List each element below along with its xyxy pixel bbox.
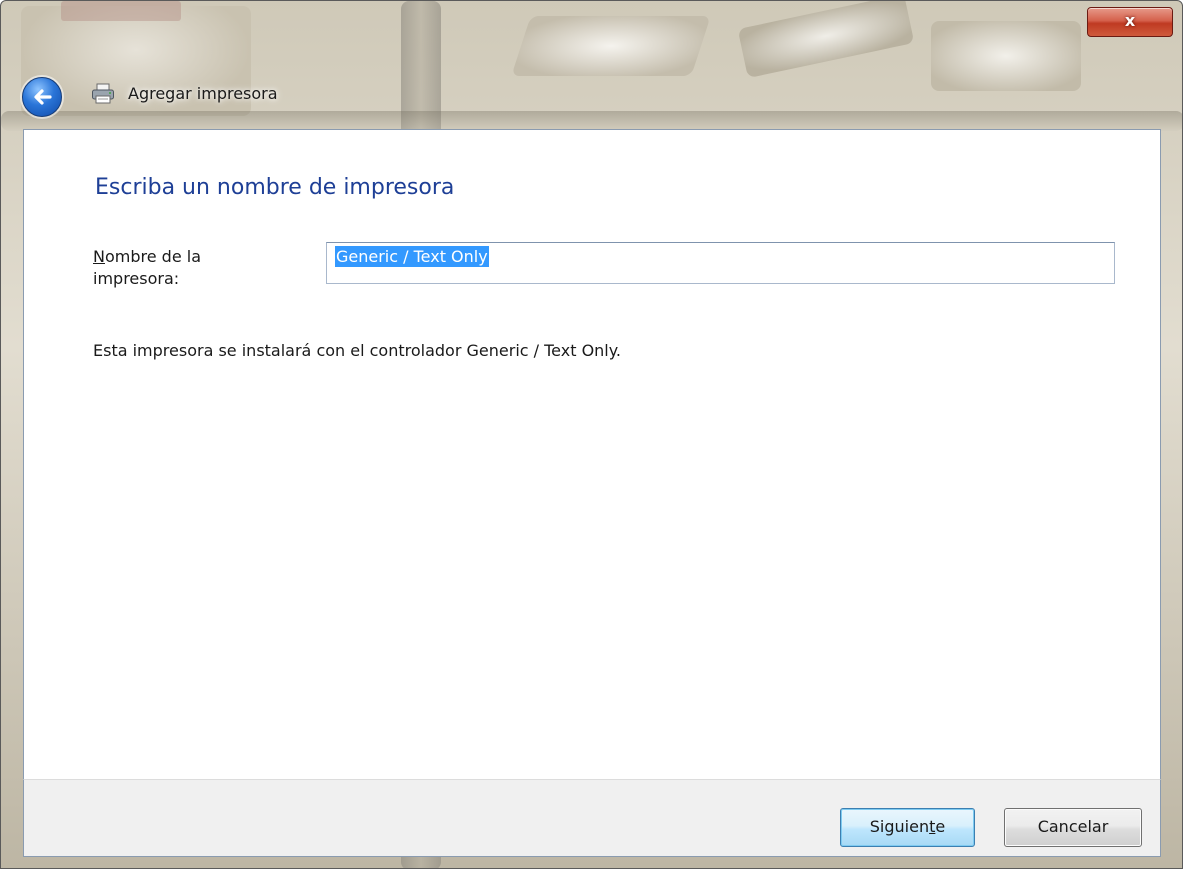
printer-name-label: Nombre de la impresora: xyxy=(93,246,283,290)
printer-name-label-line2: impresora: xyxy=(93,269,180,288)
printer-name-input[interactable]: Generic / Text Only xyxy=(326,242,1115,284)
cancel-button[interactable]: Cancelar xyxy=(1004,808,1142,847)
close-icon: x xyxy=(1124,11,1136,30)
background-blur-shape xyxy=(737,1,915,79)
add-printer-window: x Agregar impresora Escriba un nombre de… xyxy=(0,0,1183,869)
background-blur-shape xyxy=(1,111,1182,131)
next-button-label-end: e xyxy=(935,817,946,836)
next-button-label-start: Siguien xyxy=(869,817,930,836)
close-button[interactable]: x xyxy=(1087,7,1173,37)
back-arrow-icon xyxy=(34,89,52,105)
background-blur-shape xyxy=(511,16,711,76)
accelerator-key: N xyxy=(93,247,105,266)
next-button[interactable]: Siguiente xyxy=(840,808,975,847)
printer-icon xyxy=(92,83,114,104)
printer-name-value: Generic / Text Only xyxy=(335,246,489,267)
back-button[interactable] xyxy=(22,77,62,117)
background-blur-shape xyxy=(61,1,181,21)
window-title: Agregar impresora xyxy=(128,84,278,103)
printer-name-label-line1: ombre de la xyxy=(104,247,201,266)
wizard-content-panel: Escriba un nombre de impresora Nombre de… xyxy=(23,129,1161,779)
driver-info-text: Esta impresora se instalará con el contr… xyxy=(93,341,622,360)
wizard-footer: Siguiente Cancelar xyxy=(23,779,1161,857)
page-heading: Escriba un nombre de impresora xyxy=(95,175,455,200)
background-blur-shape xyxy=(931,21,1081,91)
